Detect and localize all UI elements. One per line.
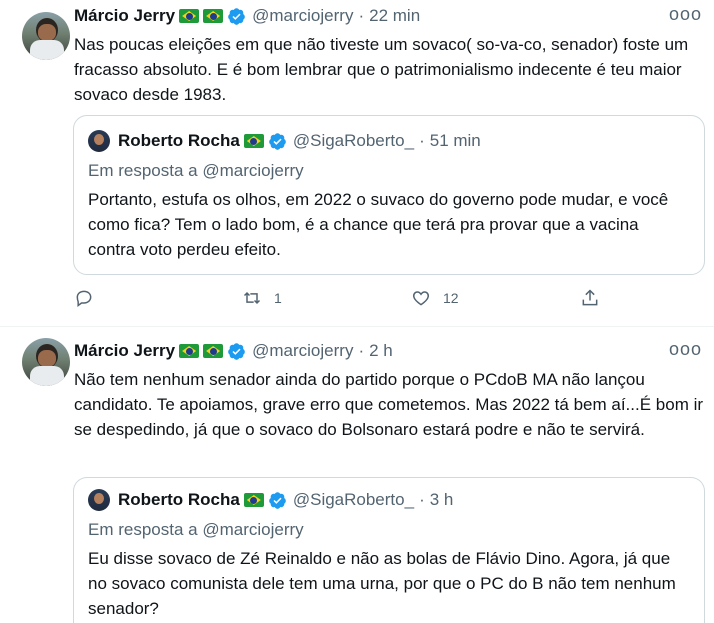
author-name[interactable]: Márcio Jerry <box>74 341 175 361</box>
verified-badge-icon <box>228 7 245 25</box>
separator-dot: · <box>419 131 425 150</box>
share-button[interactable] <box>580 288 600 308</box>
quoted-tweet-header: Roberto Rocha @SigaRoberto_ · 51 min <box>88 129 481 153</box>
verified-badge-icon <box>269 132 286 150</box>
tweet-actions: 1 12 <box>74 288 634 312</box>
verified-badge-icon <box>228 342 245 360</box>
quoted-author-handle: @SigaRoberto_ <box>292 131 415 150</box>
like-count: 12 <box>443 290 459 306</box>
retweet-button[interactable]: 1 <box>242 288 282 308</box>
share-icon <box>582 289 598 306</box>
flag-brazil-icon <box>203 344 224 358</box>
more-icon[interactable]: ooo <box>669 4 702 25</box>
quoted-tweet-text: Eu disse sovaco de Zé Reinaldo e não as … <box>88 549 676 618</box>
avatar[interactable] <box>22 12 70 60</box>
quoted-author-name: Roberto Rocha <box>118 131 240 150</box>
separator-dot: · <box>358 341 365 360</box>
more-icon[interactable]: ooo <box>669 339 702 360</box>
tweet-text: Nas poucas eleições em que não tiveste u… <box>74 35 689 104</box>
reply-icon <box>76 290 92 307</box>
timestamp[interactable]: 2 h <box>369 341 393 361</box>
quoted-avatar <box>88 489 110 511</box>
quoted-timestamp: 3 h <box>429 490 454 509</box>
author-handle[interactable]: @marciojerry <box>252 6 353 26</box>
tweet-header: Márcio Jerry @marciojerry · 22 min <box>74 5 420 27</box>
like-button[interactable]: 12 <box>411 288 459 308</box>
quoted-author-handle: @SigaRoberto_ <box>292 490 415 509</box>
quoted-tweet-text: Portanto, estufa os olhos, em 2022 o suv… <box>88 190 669 259</box>
retweet-count: 1 <box>274 290 282 306</box>
author-name[interactable]: Márcio Jerry <box>74 6 175 26</box>
tweet-1[interactable]: Márcio Jerry @marciojerry · 22 min ooo N… <box>0 0 714 326</box>
flag-brazil-icon <box>179 344 200 358</box>
reply-context: Em resposta a @marciojerry <box>88 161 304 180</box>
tweet-text: Não tem nenhum senador ainda do partido … <box>74 370 704 439</box>
quoted-tweet[interactable]: Roberto Rocha @SigaRoberto_ · 51 min Em … <box>73 115 705 275</box>
quoted-avatar <box>88 130 110 152</box>
quoted-author-name: Roberto Rocha <box>118 490 240 509</box>
flag-brazil-icon <box>179 9 200 23</box>
reply-context: Em resposta a @marciojerry <box>88 520 304 539</box>
tweet-2[interactable]: Márcio Jerry @marciojerry · 2 h ooo Não … <box>0 327 714 623</box>
flag-brazil-icon <box>243 134 264 148</box>
separator-dot: · <box>419 490 425 509</box>
quoted-tweet[interactable]: Roberto Rocha @SigaRoberto_ · 3 h Em res… <box>73 477 705 623</box>
like-icon <box>412 291 430 306</box>
retweet-icon <box>243 291 261 305</box>
separator-dot: · <box>358 6 365 25</box>
tweet-header: Márcio Jerry @marciojerry · 2 h <box>74 340 393 362</box>
flag-brazil-icon <box>243 493 264 507</box>
verified-badge-icon <box>269 491 286 509</box>
timestamp[interactable]: 22 min <box>369 6 420 26</box>
quoted-timestamp: 51 min <box>429 131 481 150</box>
flag-brazil-icon <box>203 9 224 23</box>
reply-button[interactable] <box>74 288 106 308</box>
avatar[interactable] <box>22 338 70 386</box>
quoted-tweet-header: Roberto Rocha @SigaRoberto_ · 3 h <box>88 488 453 512</box>
author-handle[interactable]: @marciojerry <box>252 341 353 361</box>
